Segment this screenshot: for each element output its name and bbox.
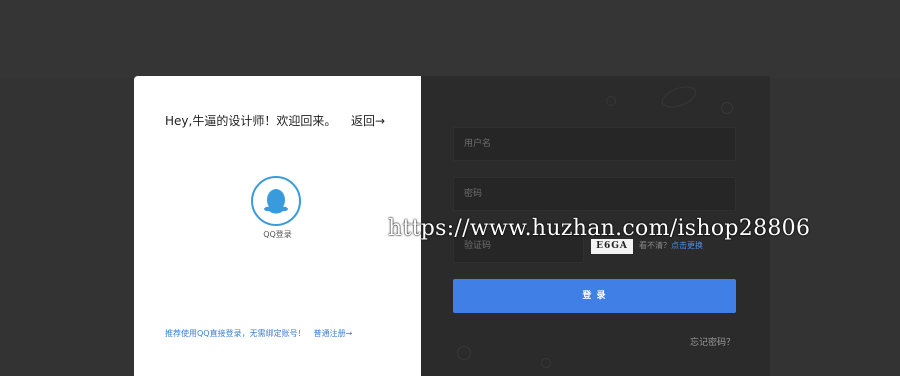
qq-login-label[interactable]: QQ登录 [134,229,421,240]
captcha-hint: 看不清？点击更换 [639,240,703,251]
back-link[interactable]: 返回→ [351,112,385,129]
username-field[interactable]: 用户名 [453,127,736,161]
password-field[interactable]: 密码 [453,177,736,211]
recommend-qq-link[interactable]: 推荐使用QQ直接登录，无需绑定账号！ [165,329,306,338]
qq-penguin-icon [264,189,288,214]
page-header-band [0,0,900,78]
card-footer: 推荐使用QQ直接登录，无需绑定账号！ 普通注册→ [165,328,352,339]
decorative-circle [721,102,733,114]
decorative-circle [606,96,616,106]
decorative-circle [659,82,699,112]
captcha-image[interactable]: E6GA [591,239,633,254]
decorative-circle [457,346,471,360]
captcha-hint-text: 看不清？ [639,241,671,250]
login-button[interactable]: 登 录 [453,279,736,313]
decorative-circle [541,358,551,368]
welcome-title: Hey,牛逼的设计师！欢迎回来。 [165,114,337,128]
captcha-refresh-link[interactable]: 点击更换 [671,241,703,250]
forgot-password-link[interactable]: 忘记密码？ [690,335,735,348]
qq-login-button[interactable] [251,176,301,226]
qq-login-card: Hey,牛逼的设计师！欢迎回来。 返回→ QQ登录 推荐使用QQ直接登录，无需绑… [134,76,421,376]
register-link[interactable]: 普通注册→ [314,329,353,338]
watermark-text: https://www.huzhan.com/ishop28806 [388,216,811,241]
